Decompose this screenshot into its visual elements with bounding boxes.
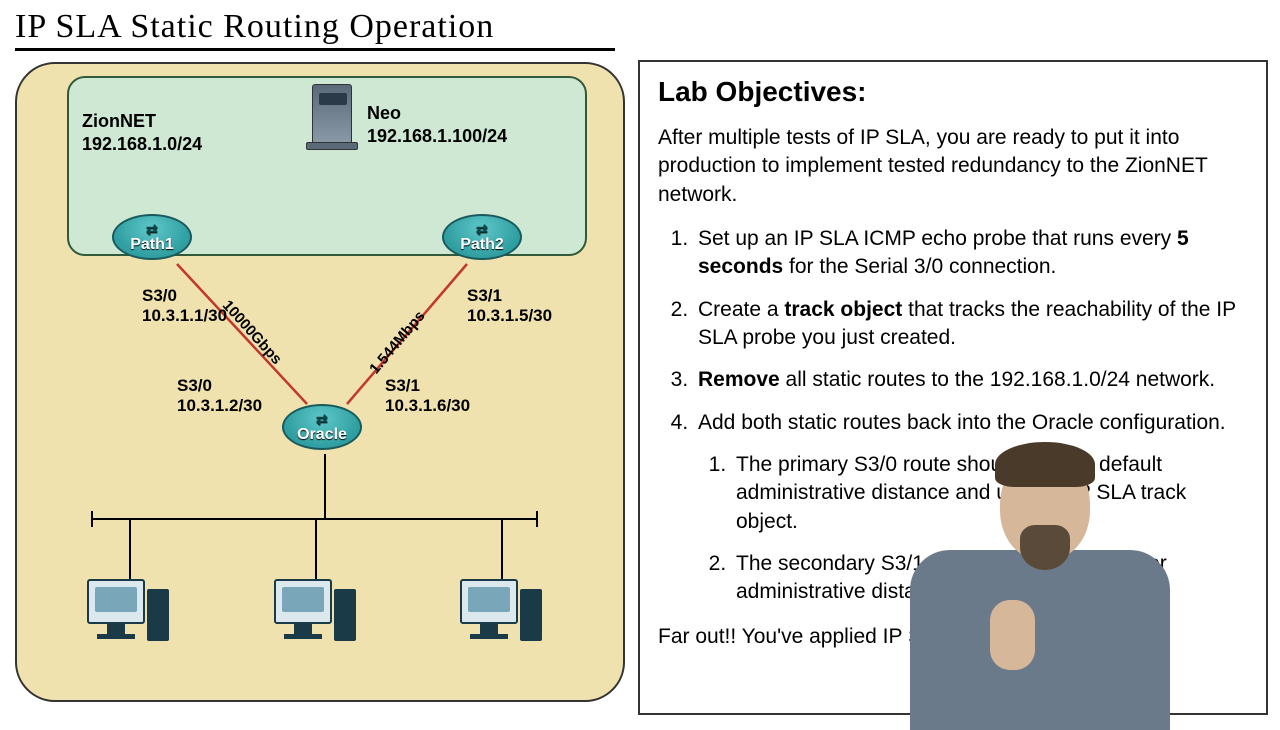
objective-1: Set up an IP SLA ICMP echo probe that ru…: [694, 225, 1248, 282]
zionnet-label: ZionNET 192.168.1.0/24: [82, 110, 202, 157]
pc-icon-1: [87, 579, 177, 654]
router-path2: ⇄ Path2: [442, 214, 522, 260]
oracle-right-interface: S3/1 10.3.1.6/30: [385, 376, 470, 417]
server-base-icon: [306, 142, 358, 150]
presenter-overlay: [900, 440, 1170, 720]
pc-icon-2: [274, 579, 364, 654]
network-diagram: ZionNET 192.168.1.0/24 Neo 192.168.1.100…: [15, 62, 625, 702]
objectives-intro: After multiple tests of IP SLA, you are …: [658, 124, 1248, 209]
server-icon: [312, 84, 352, 146]
objective-2: Create a track object that tracks the re…: [694, 296, 1248, 353]
objectives-heading: Lab Objectives:: [658, 76, 1248, 108]
neo-label: Neo 192.168.1.100/24: [367, 102, 507, 149]
link-speed-right: 1.544Mbps: [366, 308, 428, 378]
pc-icon-3: [460, 579, 550, 654]
oracle-left-interface: S3/0 10.3.1.2/30: [177, 376, 262, 417]
page-title: IP SLA Static Routing Operation: [15, 8, 615, 51]
router-oracle: ⇄ Oracle: [282, 404, 362, 450]
path2-interface: S3/1 10.3.1.5/30: [467, 286, 552, 327]
link-speed-left: 10000Gbps: [219, 297, 285, 368]
objective-3: Remove all static routes to the 192.168.…: [694, 366, 1248, 394]
router-path1: ⇄ Path1: [112, 214, 192, 260]
path1-interface: S3/0 10.3.1.1/30: [142, 286, 227, 327]
